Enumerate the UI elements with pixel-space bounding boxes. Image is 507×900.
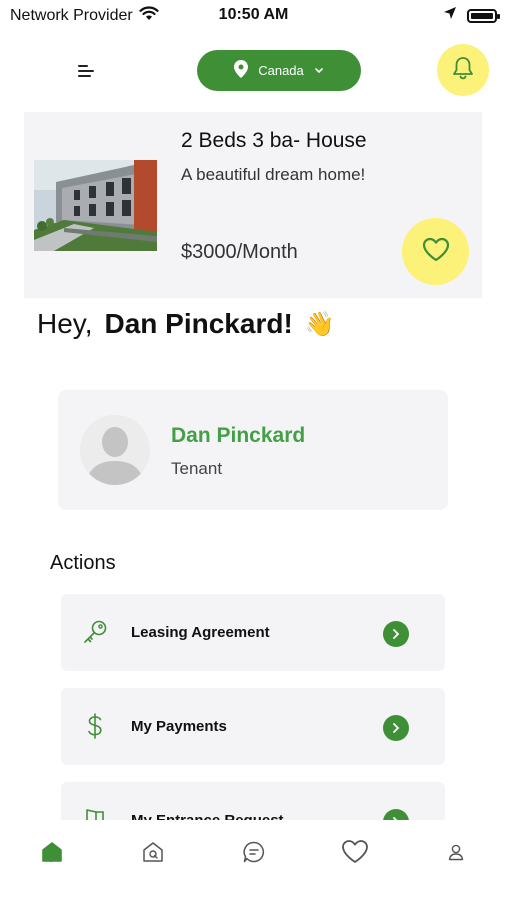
property-image (34, 160, 157, 251)
menu-line (78, 75, 91, 77)
chevron-down-icon (314, 63, 324, 78)
notifications-button[interactable] (437, 44, 489, 96)
map-pin-icon (234, 60, 249, 81)
chevron-right-icon (383, 621, 409, 647)
property-card[interactable]: 2 Beds 3 ba- House A beautiful dream hom… (24, 112, 482, 298)
property-description: A beautiful dream home! (181, 165, 366, 184)
menu-line (78, 65, 88, 67)
greeting-name: Dan Pinckard! (104, 308, 293, 339)
status-indicators (443, 6, 500, 25)
actions-heading: Actions (50, 552, 116, 574)
greeting: Hey, Dan Pinckard! 👋 (37, 308, 335, 340)
action-leasing-agreement[interactable]: Leasing Agreement (61, 594, 445, 671)
avatar (80, 415, 150, 485)
key-icon (81, 618, 109, 646)
menu-button[interactable] (78, 63, 100, 79)
door-icon (81, 806, 109, 820)
home-icon (41, 841, 63, 868)
heart-icon (422, 237, 450, 267)
property-price: $3000/Month (181, 241, 298, 263)
tab-messages[interactable] (234, 834, 274, 874)
action-label: My Payments (131, 718, 227, 735)
chat-icon (242, 840, 266, 869)
chevron-right-icon (383, 809, 409, 820)
status-time: 10:50 AM (218, 6, 289, 23)
tab-profile[interactable] (436, 834, 476, 874)
profile-role: Tenant (171, 459, 223, 478)
tab-bar (0, 820, 507, 900)
tab-properties[interactable] (133, 834, 173, 874)
status-bar: Network Provider 10:50 AM (0, 0, 507, 32)
action-label: My Entrance Request (131, 812, 284, 820)
tab-favorites[interactable] (335, 834, 375, 874)
menu-line (78, 70, 94, 72)
profile-icon (447, 843, 465, 866)
action-my-entrance-request[interactable]: My Entrance Request (61, 782, 445, 820)
scroll-content[interactable]: Network Provider 10:50 AM Canada 2 Beds … (0, 0, 507, 820)
heart-icon (341, 839, 369, 869)
profile-name: Dan Pinckard (171, 424, 306, 447)
location-selector[interactable]: Canada (197, 50, 361, 91)
favorite-button[interactable] (402, 218, 469, 285)
location-label: Canada (258, 63, 304, 78)
greeting-hey: Hey, (37, 308, 93, 339)
battery-icon (467, 8, 500, 23)
bell-icon (452, 56, 474, 85)
chevron-right-icon (383, 715, 409, 741)
active-tab-indicator (48, 856, 54, 862)
waving-hand-icon: 👋 (304, 310, 335, 338)
dollar-icon (81, 712, 109, 740)
location-arrow-icon (443, 6, 457, 25)
tab-home[interactable] (32, 834, 72, 874)
property-title: 2 Beds 3 ba- House (181, 129, 367, 152)
action-my-payments[interactable]: My Payments (61, 688, 445, 765)
profile-card[interactable]: Dan Pinckard Tenant (58, 390, 448, 510)
action-label: Leasing Agreement (131, 624, 270, 641)
property-icon (142, 841, 164, 868)
